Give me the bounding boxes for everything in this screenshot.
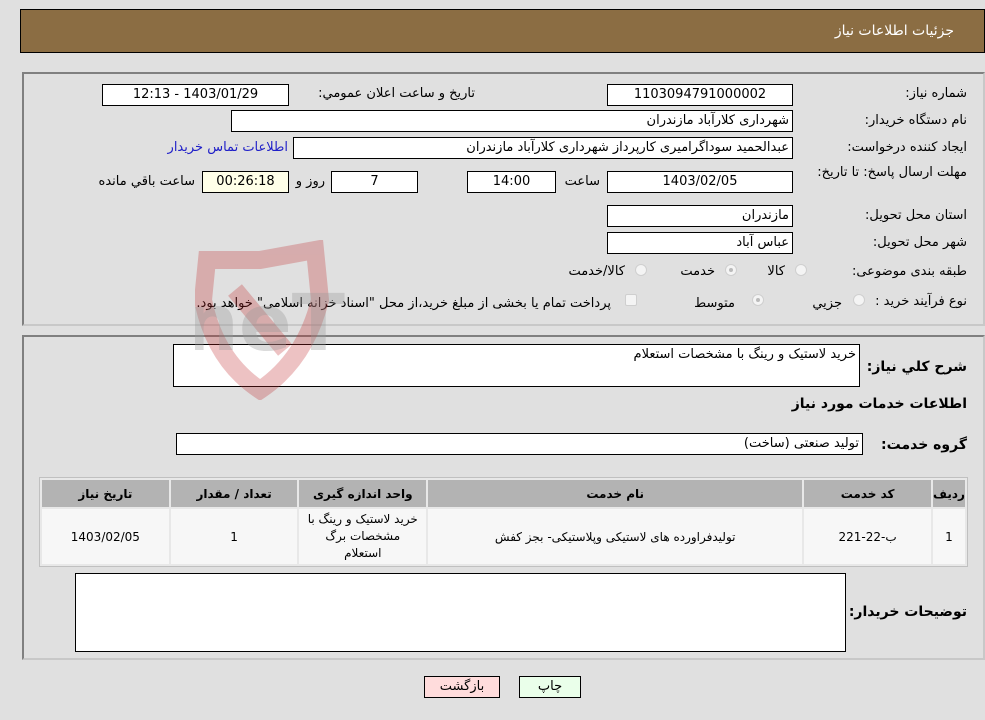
requester-field[interactable]: عبدالحمید سوداگرامیری کارپرداز شهرداری ک… xyxy=(293,137,793,159)
table-header-row: ردیف کد خدمت نام خدمت واحد اندازه گیری ت… xyxy=(42,480,965,507)
col-header-row-number: ردیف xyxy=(932,480,965,507)
treasury-checkbox[interactable] xyxy=(625,294,637,306)
cell-quantity: 1 xyxy=(170,509,298,564)
delivery-province-field[interactable]: مازندران xyxy=(607,205,793,227)
service-group-field[interactable]: تولید صنعتی (ساخت) xyxy=(176,433,863,455)
delivery-province-label: استان محل تحویل: xyxy=(865,208,967,223)
category-option-goods: کالا xyxy=(767,264,785,279)
services-heading: اطلاعات خدمات مورد نیاز xyxy=(791,396,967,412)
category-radio-goods-service[interactable] xyxy=(635,264,647,276)
treasury-note: پرداخت تمام یا بخشی از مبلغ خرید،از محل … xyxy=(196,296,611,311)
need-number-field[interactable]: 1103094791000002 xyxy=(607,84,793,106)
purchase-type-radio-medium[interactable] xyxy=(752,294,764,306)
buyer-org-label: نام دستگاه خریدار: xyxy=(864,113,967,128)
page-title: جزئیات اطلاعات نیاز xyxy=(834,23,954,39)
cell-service-name: تولیدفراورده های لاستیکی وپلاستیکی- بجز … xyxy=(428,509,803,564)
cell-service-code: ب-22-221 xyxy=(804,509,931,564)
back-button[interactable]: بازگشت xyxy=(424,676,500,698)
col-header-unit: واحد اندازه گیری xyxy=(299,480,427,507)
buyer-org-field[interactable]: شهرداری کلارآباد مازندران xyxy=(231,110,793,132)
delivery-city-label: شهر محل تحویل: xyxy=(872,235,967,250)
days-remaining-field: 7 xyxy=(331,171,418,193)
service-group-label: گروه خدمت: xyxy=(881,437,967,453)
col-header-quantity: تعداد / مقدار xyxy=(170,480,298,507)
announce-datetime-label: تاریخ و ساعت اعلان عمومي: xyxy=(318,86,475,101)
purchase-type-option-minor: جزيي xyxy=(812,296,842,311)
buyer-notes-textarea[interactable] xyxy=(75,573,846,652)
page-header: جزئیات اطلاعات نیاز xyxy=(20,9,985,53)
purchase-type-label: نوع فرآیند خرید : xyxy=(875,294,967,309)
col-header-service-name: نام خدمت xyxy=(428,480,803,507)
category-radio-service[interactable] xyxy=(725,264,737,276)
need-number-label: شماره نیاز: xyxy=(905,86,967,101)
category-radio-goods[interactable] xyxy=(795,264,807,276)
print-button[interactable]: چاپ xyxy=(519,676,581,698)
cell-need-date: 1403/02/05 xyxy=(42,509,169,564)
services-table: ردیف کد خدمت نام خدمت واحد اندازه گیری ت… xyxy=(39,477,968,567)
remaining-time-field: 00:26:18 xyxy=(202,171,289,193)
purchase-type-radio-minor[interactable] xyxy=(853,294,865,306)
deadline-label: مهلت ارسال پاسخ: تا تاریخ: xyxy=(817,165,967,180)
description-textarea[interactable]: خرید لاستیک و رینگ با مشخصات استعلام xyxy=(173,344,860,387)
col-header-need-date: تاریخ نیاز xyxy=(42,480,169,507)
buyer-contact-link[interactable]: اطلاعات تماس خریدار xyxy=(168,140,288,155)
purchase-type-option-medium: متوسط xyxy=(694,296,735,311)
category-option-goods-service: کالا/خدمت xyxy=(568,264,625,279)
days-label: روز و xyxy=(295,174,325,189)
cell-unit: خرید لاستیک و رینگ با مشخصات برگ استعلام xyxy=(299,509,427,564)
category-option-service: خدمت xyxy=(680,264,715,279)
cell-row-number: 1 xyxy=(932,509,965,564)
description-label: شرح کلي نیاز: xyxy=(866,359,967,375)
col-header-service-code: کد خدمت xyxy=(804,480,931,507)
deadline-time-field[interactable]: 14:00 xyxy=(467,171,556,193)
remaining-time-label: ساعت باقي مانده xyxy=(98,174,195,189)
announce-datetime-field[interactable]: 1403/01/29 - 12:13 xyxy=(102,84,289,106)
deadline-date-field[interactable]: 1403/02/05 xyxy=(607,171,793,193)
deadline-time-label: ساعت xyxy=(564,174,600,189)
table-row: 1 ب-22-221 تولیدفراورده های لاستیکی وپلا… xyxy=(42,509,965,564)
delivery-city-field[interactable]: عباس آباد xyxy=(607,232,793,254)
buyer-notes-label: توضیحات خریدار: xyxy=(848,604,967,620)
category-label: طبقه بندی موضوعی: xyxy=(851,264,967,279)
requester-label: ایجاد کننده درخواست: xyxy=(847,140,967,155)
